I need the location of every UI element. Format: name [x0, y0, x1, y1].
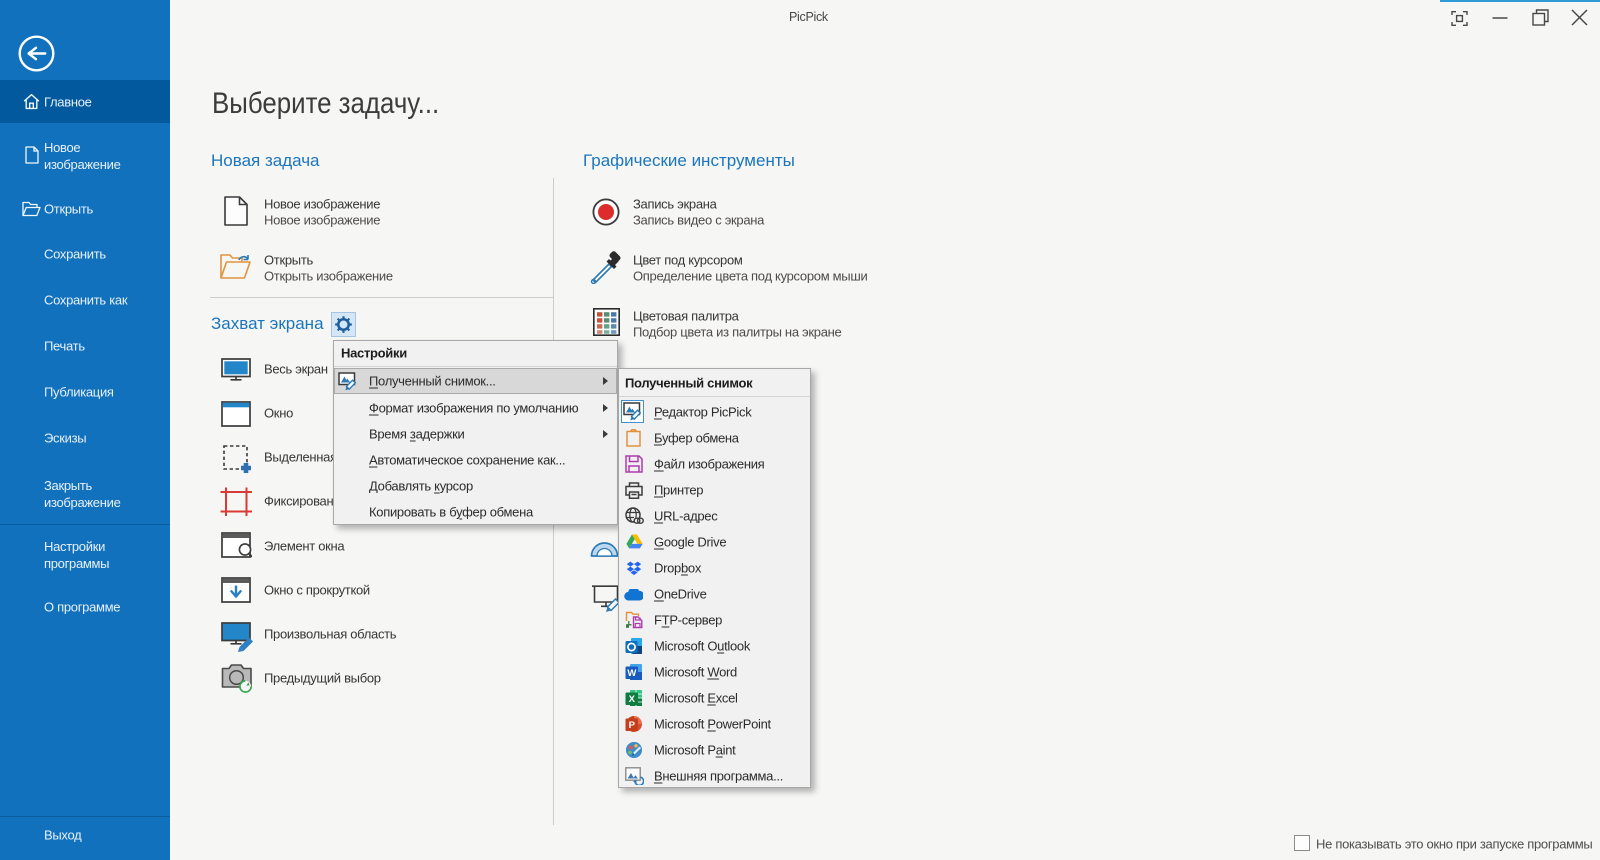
- svg-text:P: P: [629, 720, 636, 731]
- svg-text:X: X: [629, 694, 636, 705]
- svg-text:W: W: [627, 668, 636, 679]
